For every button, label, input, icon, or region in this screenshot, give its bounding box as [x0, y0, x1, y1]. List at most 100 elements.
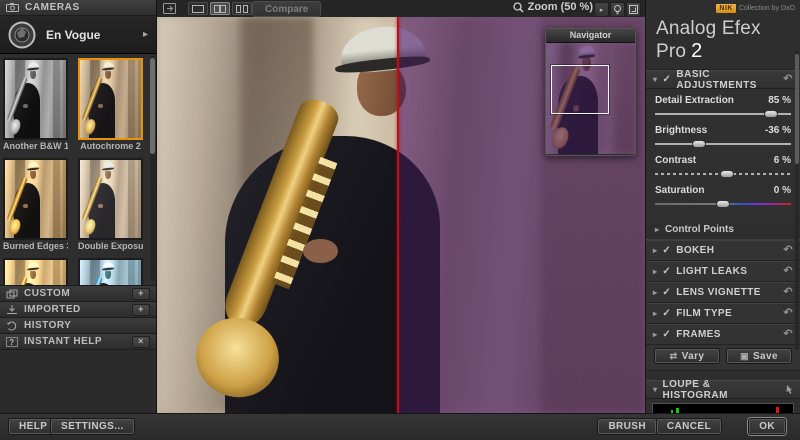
single-view-icon[interactable] — [188, 2, 208, 15]
chevron-right-icon[interactable]: ▸ — [653, 246, 657, 255]
save-button[interactable]: ▣ Save — [726, 348, 792, 364]
slider-label: Brightness — [655, 125, 707, 136]
photo-preview[interactable]: Navigator — [157, 17, 645, 413]
lightbulb-icon[interactable] — [610, 2, 625, 17]
slider-value: -36 % — [765, 125, 791, 136]
navigator-panel[interactable]: Navigator — [545, 28, 636, 156]
check-icon[interactable]: ✓ — [662, 329, 671, 340]
settings-button[interactable]: SETTINGS... — [50, 418, 135, 435]
chevron-right-icon[interactable]: ▸ — [655, 225, 659, 234]
save-icon: ▣ — [740, 351, 749, 362]
chevron-right-icon[interactable]: ▸ — [143, 29, 148, 40]
slider-handle-saturation[interactable] — [716, 200, 730, 208]
slider-handle-detail-extraction[interactable] — [764, 110, 778, 118]
panel-instant-help[interactable]: ?INSTANT HELP× — [0, 334, 156, 350]
split-view-icon[interactable] — [210, 2, 230, 15]
slider-brightness: Brightness -36 % — [655, 125, 791, 148]
navigator-title[interactable]: Navigator — [546, 29, 635, 43]
check-icon[interactable]: ✓ — [662, 266, 671, 277]
zoom-control[interactable]: Zoom (50 %) — [513, 1, 593, 13]
camera-thumbnail-cool[interactable] — [78, 258, 143, 286]
check-icon[interactable]: ✓ — [662, 287, 671, 298]
loupe-histogram-header[interactable]: ▾ LOUPE & HISTOGRAM — [646, 380, 800, 399]
slider-value: 85 % — [768, 95, 791, 106]
section-frames[interactable]: ▸ ✓ FRAMES ↶ — [646, 324, 800, 345]
slider-track-contrast[interactable] — [655, 170, 791, 178]
chevron-down-icon[interactable]: ▾ — [653, 75, 658, 84]
check-icon[interactable]: ✓ — [662, 245, 671, 256]
reset-icon[interactable]: ↶ — [783, 287, 793, 298]
side-by-side-view-icon[interactable] — [232, 2, 252, 15]
vary-button[interactable]: ⇄ Vary — [654, 348, 720, 364]
adjustments-panel: NIK Collection by DxO Analog Efex Pro2 ▾… — [645, 0, 800, 413]
panel-imported[interactable]: IMPORTED + — [0, 302, 156, 318]
close-icon[interactable]: × — [132, 336, 150, 348]
stack-icon — [6, 289, 18, 299]
panel-toggle-icon[interactable] — [161, 2, 177, 15]
panel-history[interactable]: HISTORY — [0, 318, 156, 334]
chevron-right-icon[interactable]: ▸ — [653, 309, 657, 318]
camera-thumbnail-autochrome[interactable] — [78, 58, 143, 140]
right-scrollbar[interactable] — [795, 50, 799, 350]
panel-label: IMPORTED — [24, 304, 81, 315]
plus-icon[interactable]: + — [132, 304, 150, 316]
check-icon[interactable]: ✓ — [663, 74, 672, 85]
ok-button[interactable]: OK — [748, 418, 786, 435]
cancel-button[interactable]: CANCEL — [656, 418, 722, 435]
pin-icon[interactable] — [784, 384, 793, 395]
left-scrollbar[interactable] — [150, 56, 155, 281]
panel-custom[interactable]: CUSTOM+ — [0, 286, 156, 302]
section-film-type[interactable]: ▸✓FILM TYPE↶ — [646, 303, 800, 324]
basic-adjustments-header[interactable]: ▾ ✓ BASIC ADJUSTMENTS ↶ — [646, 70, 800, 89]
section-bokeh[interactable]: ▸ ✓ BOKEH ↶ — [646, 240, 800, 261]
compare-button[interactable]: Compare — [252, 1, 321, 17]
section-lens-vignette[interactable]: ▸ ✓ LENS VIGNETTE ↶ — [646, 282, 800, 303]
camera-thumbnail-burned[interactable] — [3, 158, 68, 240]
slider-value: 6 % — [774, 155, 791, 166]
slider-label: Contrast — [655, 155, 696, 166]
slider-track-brightness[interactable] — [655, 140, 791, 148]
thumbnail-label: Double Exposure... — [78, 240, 143, 254]
section-label: BOKEH — [676, 245, 714, 256]
chevron-right-icon[interactable]: ▸ — [653, 288, 657, 297]
reset-icon[interactable]: ↶ — [783, 308, 793, 319]
chevron-right-icon[interactable]: ▸ — [653, 330, 657, 339]
check-icon[interactable]: ✓ — [662, 308, 671, 319]
camera-thumbnail-double[interactable] — [78, 158, 143, 240]
shuffle-icon: ⇄ — [670, 351, 678, 362]
camera-thumbnail-warm[interactable] — [3, 258, 68, 286]
reset-icon[interactable]: ↶ — [783, 266, 793, 277]
app-version: 2 — [691, 40, 702, 62]
preset-group-row[interactable]: En Vogue ▸ — [0, 16, 156, 54]
slider-handle-contrast[interactable] — [720, 170, 734, 178]
slider-handle-brightness[interactable] — [692, 140, 706, 148]
camera-thumbnail-bw[interactable] — [3, 58, 68, 140]
split-preview-divider[interactable] — [397, 17, 399, 413]
zoom-dropdown-icon[interactable]: ▸ — [594, 2, 609, 17]
navigator-view-region[interactable] — [551, 65, 608, 114]
thumbnail-label: Another B&W 1 — [3, 140, 68, 154]
control-points-row[interactable]: ▸ Control Points — [646, 219, 800, 240]
reset-icon[interactable]: ↶ — [783, 74, 793, 85]
brush-button[interactable]: BRUSH — [597, 418, 657, 435]
plus-icon[interactable]: + — [132, 288, 150, 300]
slider-track-detail-extraction[interactable] — [655, 110, 791, 118]
section-label: FRAMES — [676, 329, 721, 340]
chevron-right-icon[interactable]: ▸ — [653, 267, 657, 276]
slider-track-saturation[interactable] — [655, 200, 791, 208]
vary-save-row: ⇄ Vary ▣ Save — [646, 345, 800, 371]
basic-adjustments-title: BASIC ADJUSTMENTS — [676, 69, 778, 91]
magnifier-icon — [513, 2, 524, 13]
chevron-down-icon[interactable]: ▾ — [653, 385, 658, 394]
background-select-icon[interactable] — [626, 2, 641, 17]
nik-badge: NIK — [716, 4, 736, 13]
section-label: LENS VIGNETTE — [676, 287, 761, 298]
section-light-leaks[interactable]: ▸✓LIGHT LEAKS↶ — [646, 261, 800, 282]
control-points-label: Control Points — [665, 224, 734, 235]
slider-label: Detail Extraction — [655, 95, 734, 106]
reset-icon[interactable]: ↶ — [783, 329, 793, 340]
cameras-header[interactable]: CAMERAS — [0, 0, 156, 16]
camera-thumbnail-cell — [3, 258, 68, 286]
preview-area: Compare Zoom (50 %) ▸ Naviga — [157, 0, 645, 413]
reset-icon[interactable]: ↶ — [783, 245, 793, 256]
